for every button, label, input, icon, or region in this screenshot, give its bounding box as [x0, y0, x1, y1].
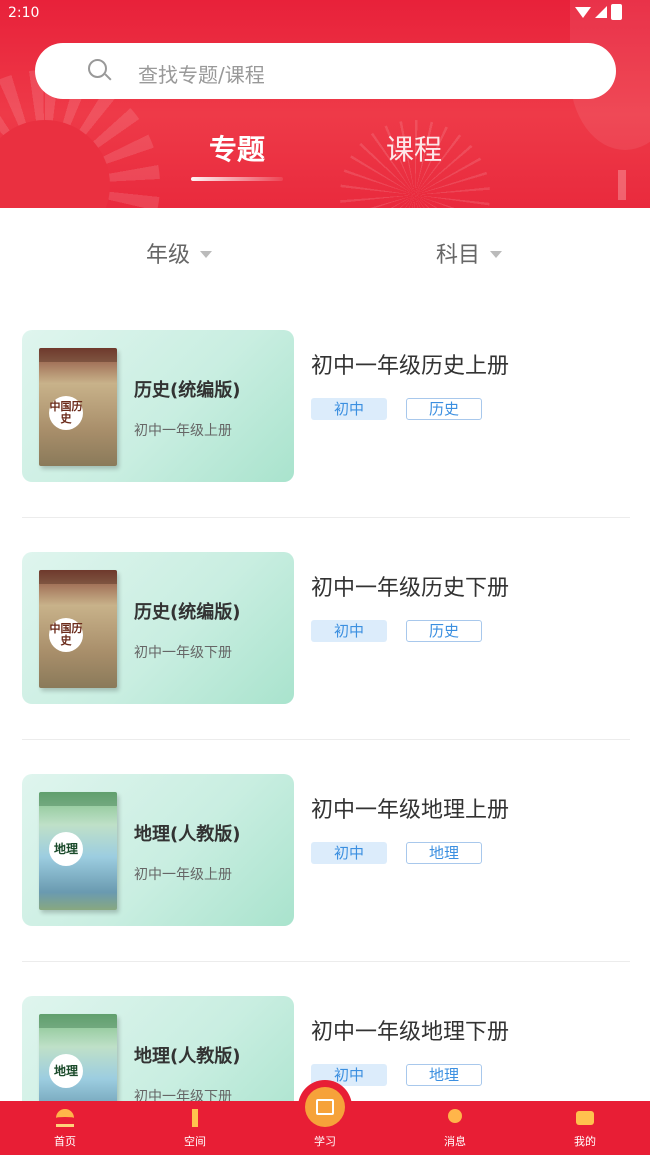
subject-tag: 地理 [406, 842, 482, 864]
subject-filter[interactable]: 科目 [436, 237, 503, 269]
course-title: 初中一年级历史上册 [311, 354, 510, 379]
nav-profile-label: 我的 [574, 1135, 596, 1148]
tab-topics[interactable]: 专题 [209, 128, 265, 168]
book-cover-image: 中国历史 [39, 570, 117, 688]
grade-tag: 初中 [311, 842, 387, 864]
space-icon [186, 1109, 204, 1127]
course-title: 初中一年级历史下册 [311, 576, 510, 601]
search-placeholder: 查找专题/课程 [138, 63, 265, 87]
nav-home[interactable]: 首页 [30, 1101, 100, 1155]
course-cover-card: 中国历史 历史(统编版) 初中一年级下册 [22, 552, 294, 704]
divider [22, 961, 630, 962]
status-bar: 2:10 [0, 0, 650, 26]
book-cover-badge: 中国历史 [49, 396, 83, 430]
course-title: 初中一年级地理下册 [311, 1020, 510, 1045]
book-cover-stripe [39, 1014, 117, 1028]
message-icon [448, 1109, 462, 1123]
status-time: 2:10 [8, 5, 40, 21]
nav-study-label: 学习 [314, 1135, 336, 1148]
course-title: 初中一年级地理上册 [311, 798, 510, 823]
study-button-inner [305, 1087, 345, 1127]
course-item[interactable]: 中国历史 历史(统编版) 初中一年级下册 初中一年级历史下册 初中 历史 [22, 552, 630, 704]
subject-filter-label: 科目 [436, 243, 481, 268]
search-icon [88, 59, 107, 78]
course-item[interactable]: 中国历史 历史(统编版) 初中一年级上册 初中一年级历史上册 初中 历史 [22, 330, 630, 482]
wifi-icon [575, 6, 591, 18]
header: 2:10 查找专题/课程 专题 课程 [0, 0, 650, 208]
book-cover-badge: 地理 [49, 832, 83, 866]
course-item[interactable]: 地理 地理(人教版) 初中一年级上册 初中一年级地理上册 初中 地理 [22, 774, 630, 926]
decoration-lantern-tassel [618, 170, 626, 200]
grade-tag: 初中 [311, 620, 387, 642]
cover-subtitle: 初中一年级上册 [134, 423, 232, 439]
search-input[interactable]: 查找专题/课程 [35, 43, 616, 99]
cover-title: 地理(人教版) [134, 1046, 241, 1067]
caret-down-icon [490, 251, 503, 258]
nav-home-label: 首页 [54, 1135, 76, 1148]
book-cover-stripe [39, 348, 117, 362]
battery-icon [611, 4, 622, 20]
study-icon [316, 1099, 334, 1115]
cover-title: 历史(统编版) [134, 602, 241, 623]
book-cover-stripe [39, 792, 117, 806]
book-cover-image: 中国历史 [39, 348, 117, 466]
status-icons [575, 4, 622, 20]
profile-icon [576, 1111, 594, 1125]
subject-tag: 历史 [406, 398, 482, 420]
nav-space[interactable]: 空间 [160, 1101, 230, 1155]
nav-space-label: 空间 [184, 1135, 206, 1148]
grade-filter[interactable]: 年级 [146, 237, 213, 269]
grade-tag: 初中 [311, 398, 387, 420]
book-cover-stripe [39, 570, 117, 584]
divider [22, 517, 630, 518]
nav-profile[interactable]: 我的 [550, 1101, 620, 1155]
tab-active-indicator [191, 177, 283, 181]
book-cover-image: 地理 [39, 792, 117, 910]
divider [22, 739, 630, 740]
grade-filter-label: 年级 [146, 243, 191, 268]
tab-courses[interactable]: 课程 [386, 128, 442, 168]
nav-message[interactable]: 消息 [420, 1101, 490, 1155]
cover-title: 历史(统编版) [134, 380, 241, 401]
caret-down-icon [200, 251, 213, 258]
cell-signal-icon [595, 6, 607, 18]
subject-tag: 历史 [406, 620, 482, 642]
home-icon [56, 1109, 74, 1127]
book-cover-badge: 中国历史 [49, 618, 83, 652]
book-cover-badge: 地理 [49, 1054, 83, 1088]
course-cover-card: 中国历史 历史(统编版) 初中一年级上册 [22, 330, 294, 482]
nav-study-button[interactable] [298, 1080, 352, 1134]
nav-message-label: 消息 [444, 1135, 466, 1148]
subject-tag: 地理 [406, 1064, 482, 1086]
cover-subtitle: 初中一年级上册 [134, 867, 232, 883]
cover-subtitle: 初中一年级下册 [134, 645, 232, 661]
course-cover-card: 地理 地理(人教版) 初中一年级上册 [22, 774, 294, 926]
cover-title: 地理(人教版) [134, 824, 241, 845]
